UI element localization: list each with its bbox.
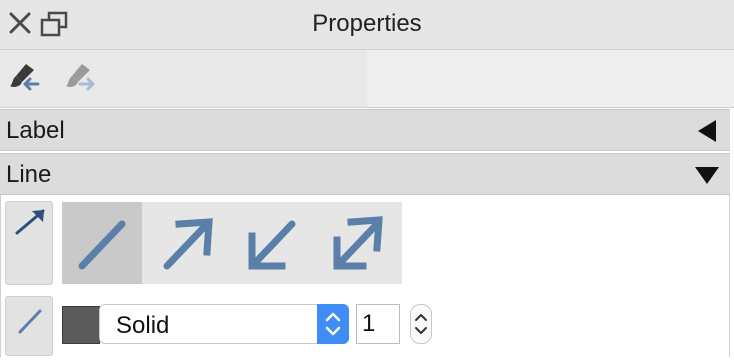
- arrow-up-right-icon: [163, 218, 213, 270]
- plain-line-icon: [78, 220, 126, 270]
- arrow-end-option[interactable]: [147, 202, 227, 284]
- arrow-ends-icon: [15, 209, 45, 235]
- arrow-none-option[interactable]: [62, 202, 142, 284]
- arrow-down-left-icon: [248, 220, 296, 270]
- section-label-header[interactable]: Label: [0, 109, 730, 151]
- line-style-value: Solid: [116, 312, 170, 339]
- section-line-title: Line: [6, 161, 52, 188]
- triangle-down-icon: [694, 162, 720, 188]
- paintbrush-arrow-in-icon[interactable]: [4, 60, 44, 96]
- line-style-icon: [18, 309, 42, 334]
- triangle-left-icon: [694, 118, 720, 144]
- window-title: Properties: [312, 10, 422, 37]
- title-bar: Properties: [0, 0, 734, 50]
- line-width-input[interactable]: [356, 304, 400, 344]
- arrow-style-picker: [62, 202, 402, 284]
- line-style-tab[interactable]: [5, 296, 53, 356]
- stepper-chevrons-icon: [415, 314, 427, 334]
- section-label-title: Label: [6, 117, 65, 144]
- toolbar: [0, 50, 734, 108]
- arrow-both-ends-icon: [333, 216, 383, 270]
- paintbrush-arrow-out-icon[interactable]: [60, 60, 100, 96]
- arrow-both-option[interactable]: [317, 202, 397, 284]
- line-width-stepper[interactable]: [410, 304, 432, 344]
- section-line-header[interactable]: Line: [0, 153, 730, 195]
- line-ends-tab[interactable]: [5, 201, 53, 285]
- arrow-start-option[interactable]: [232, 202, 312, 284]
- line-color-swatch[interactable]: [62, 306, 100, 344]
- line-style-select[interactable]: Solid: [99, 304, 349, 344]
- select-chevrons-icon: [317, 304, 349, 344]
